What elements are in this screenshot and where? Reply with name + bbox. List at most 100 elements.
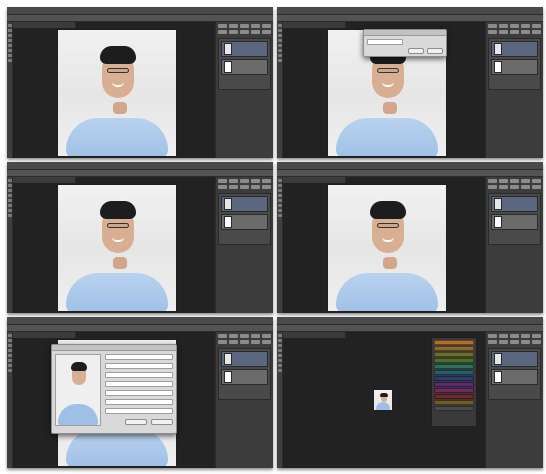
tool-icon[interactable] [8,39,12,42]
tool-icon[interactable] [278,339,282,342]
resample-field[interactable] [105,408,173,414]
resolution-field[interactable] [105,399,173,405]
layer-row[interactable] [491,351,538,367]
panel-icon[interactable] [240,340,249,344]
history-item[interactable] [434,364,474,369]
panel-icon[interactable] [510,30,519,34]
panel-icon[interactable] [532,30,541,34]
document-tab[interactable] [13,332,76,338]
panel-icon[interactable] [532,24,541,28]
tool-icon[interactable] [8,199,12,202]
tool-icon[interactable] [8,59,12,62]
panel-icon[interactable] [488,179,497,183]
tool-icon[interactable] [278,24,282,27]
panel-icon[interactable] [510,179,519,183]
panel-icon[interactable] [251,24,260,28]
panel-icon[interactable] [251,30,260,34]
panel-icon[interactable] [521,340,530,344]
tool-icon[interactable] [8,54,12,57]
panel-icon[interactable] [488,185,497,189]
tool-icon[interactable] [278,54,282,57]
panel-icon[interactable] [229,24,238,28]
history-item[interactable] [434,358,474,363]
panel-icon[interactable] [262,185,271,189]
height-field[interactable] [105,390,173,396]
history-item[interactable] [434,382,474,387]
panel-icon[interactable] [532,334,541,338]
tool-icon[interactable] [278,44,282,47]
tool-icon[interactable] [278,364,282,367]
panel-icon[interactable] [218,179,227,183]
tool-icon[interactable] [8,189,12,192]
tool-icon[interactable] [8,364,12,367]
panel-icon[interactable] [240,334,249,338]
tool-icon[interactable] [278,204,282,207]
tool-icon[interactable] [278,184,282,187]
panel-icon[interactable] [218,340,227,344]
history-item[interactable] [434,388,474,393]
tool-icon[interactable] [278,349,282,352]
tool-icon[interactable] [8,184,12,187]
cancel-button[interactable] [427,48,443,54]
panel-icon[interactable] [521,334,530,338]
tool-icon[interactable] [8,369,12,372]
ok-button[interactable] [125,419,147,425]
layer-row[interactable] [221,351,268,367]
tool-icon[interactable] [8,29,12,32]
panel-icon[interactable] [532,179,541,183]
tool-icon[interactable] [8,24,12,27]
panel-icon[interactable] [488,30,497,34]
history-item[interactable] [434,406,474,411]
panel-icon[interactable] [499,179,508,183]
layer-row[interactable] [221,59,268,75]
tool-icon[interactable] [278,194,282,197]
panel-icon[interactable] [488,24,497,28]
tool-icon[interactable] [8,44,12,47]
tool-icon[interactable] [8,179,12,182]
tool-icon[interactable] [278,29,282,32]
panel-icon[interactable] [229,185,238,189]
panel-icon[interactable] [251,334,260,338]
tool-icon[interactable] [8,49,12,52]
panel-icon[interactable] [218,185,227,189]
panel-icon[interactable] [532,185,541,189]
layer-row[interactable] [491,41,538,57]
panel-icon[interactable] [262,334,271,338]
panel-icon[interactable] [229,179,238,183]
tool-icon[interactable] [8,349,12,352]
document-tab[interactable] [13,22,76,28]
tool-icon[interactable] [278,34,282,37]
tool-icon[interactable] [8,34,12,37]
panel-icon[interactable] [499,340,508,344]
panel-icon[interactable] [229,30,238,34]
layer-row[interactable] [221,214,268,230]
panel-icon[interactable] [499,334,508,338]
panel-icon[interactable] [521,179,530,183]
panel-icon[interactable] [521,30,530,34]
layer-row[interactable] [491,196,538,212]
layer-row[interactable] [221,369,268,385]
layer-row[interactable] [221,196,268,212]
tool-icon[interactable] [278,334,282,337]
panel-icon[interactable] [521,185,530,189]
tool-icon[interactable] [278,199,282,202]
panel-icon[interactable] [240,179,249,183]
tool-icon[interactable] [278,344,282,347]
panel-icon[interactable] [510,340,519,344]
layer-row[interactable] [221,41,268,57]
history-item[interactable] [434,346,474,351]
tool-icon[interactable] [8,204,12,207]
tool-icon[interactable] [278,209,282,212]
tool-icon[interactable] [278,354,282,357]
dialog-input[interactable] [367,39,403,45]
panel-icon[interactable] [521,24,530,28]
fit-to-field[interactable] [105,372,173,378]
panel-icon[interactable] [499,30,508,34]
width-field[interactable] [105,381,173,387]
tool-icon[interactable] [278,49,282,52]
panel-icon[interactable] [218,24,227,28]
panel-icon[interactable] [499,185,508,189]
panel-icon[interactable] [262,24,271,28]
history-item[interactable] [434,352,474,357]
panel-icon[interactable] [488,334,497,338]
